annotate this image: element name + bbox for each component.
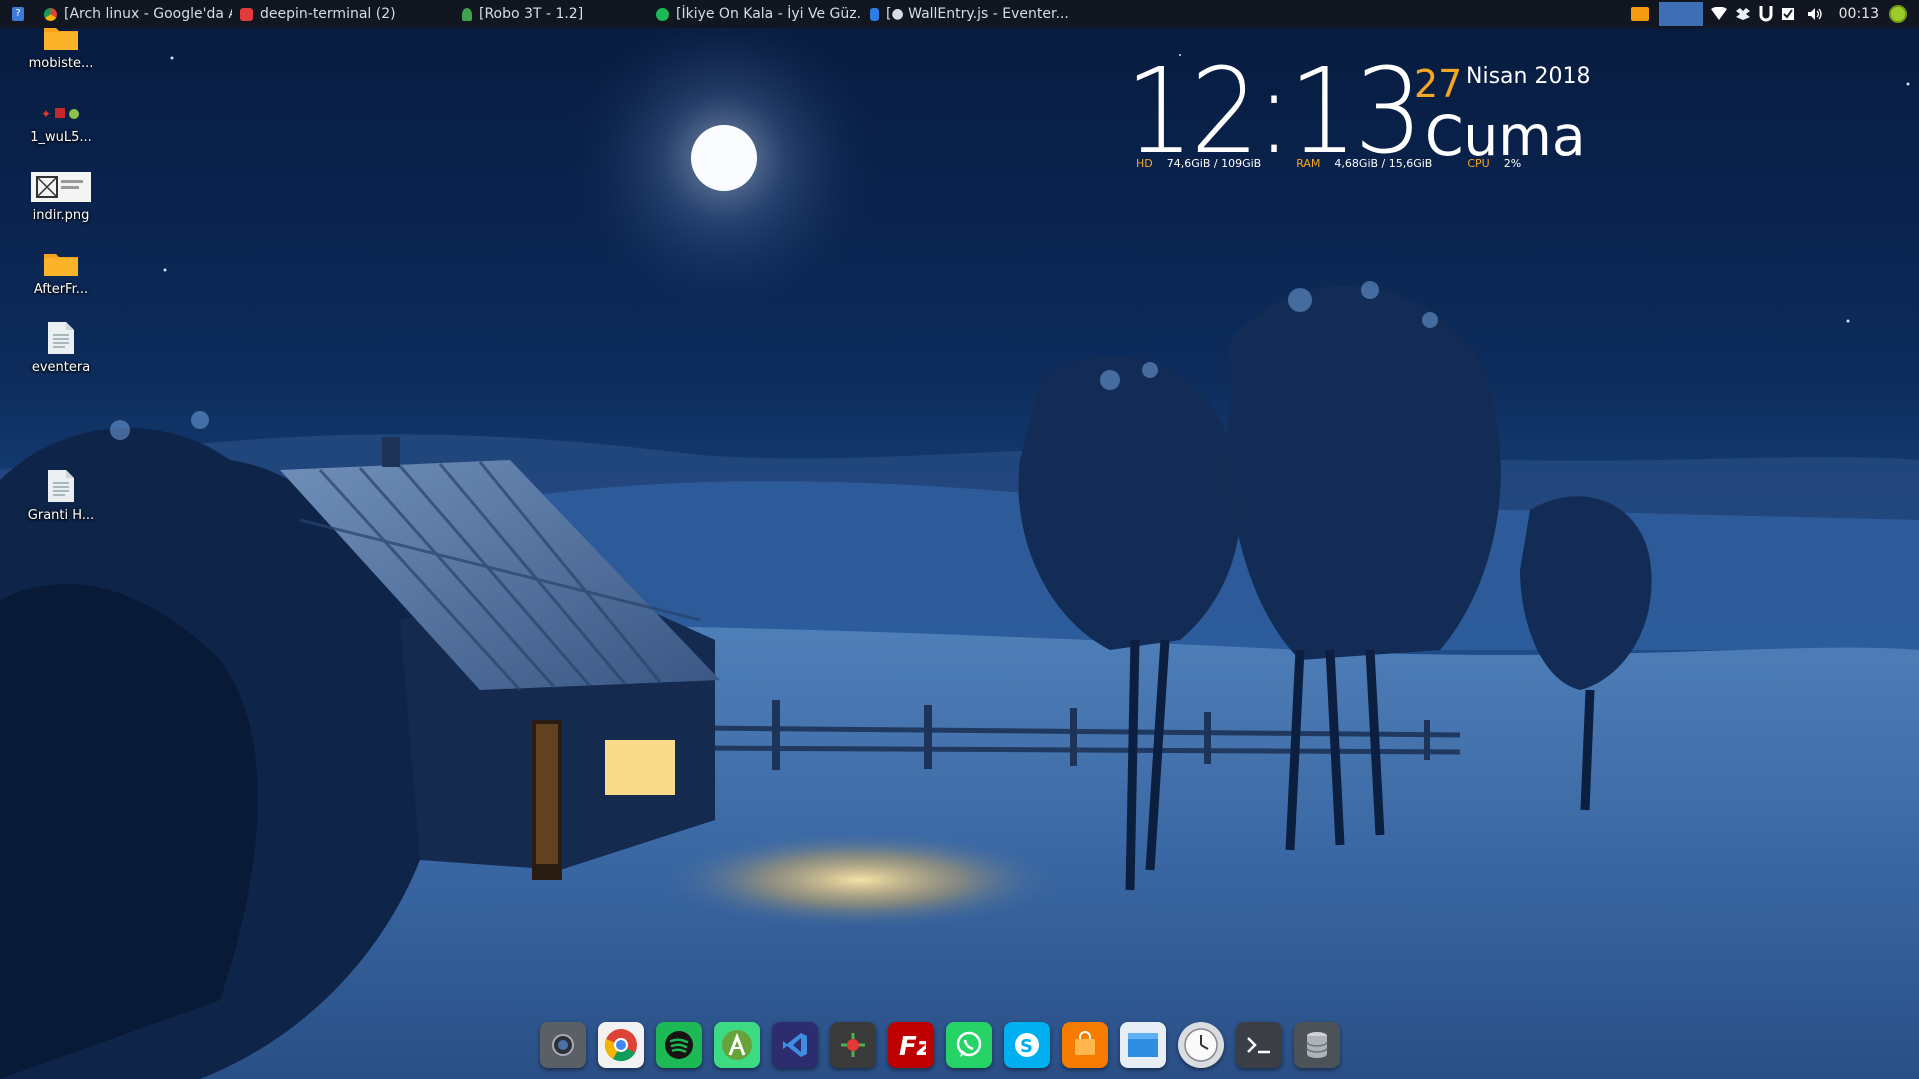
terminal-icon [240,7,253,21]
taskbar-window-spotify[interactable]: [İkiye On Kala - İyi Ve Güz... [648,0,862,28]
desktop-item-afterfr[interactable]: AfterFr... [13,250,109,297]
dock-item-android-studio[interactable] [714,1022,760,1068]
wifi-icon[interactable] [1710,0,1727,28]
top-panel: ? [Arch linux - Google'da Ar... deepin-t… [0,0,1919,28]
conky-time: 12:13 [1125,42,1423,180]
dock-item-screenshot[interactable] [540,1022,586,1068]
svg-text:✦: ✦ [41,107,51,121]
desktop-item-1-wul5[interactable]: ✦ 1_wuL5... [13,104,109,145]
desktop-item-label: Granti H... [27,508,95,523]
camera-icon [552,1034,574,1056]
desktop-wallpaper [0,0,1919,1079]
dock-item-database[interactable] [1294,1022,1340,1068]
workspace-indicator[interactable] [1658,0,1703,28]
image-file-icon: ✦ [41,107,79,121]
robo3t-icon [841,1033,865,1057]
system-tray: 00:13 [1623,0,1919,28]
conky-month-year: Nisan 2018 [1466,64,1591,89]
database-icon [1306,1032,1328,1058]
text-file-icon [48,322,74,354]
spotify-icon [665,1031,693,1059]
svg-text:S: S [1020,1036,1033,1057]
panel-menu-icon: ? [12,7,24,21]
vscode-icon [870,7,879,21]
taskbar-window-chrome[interactable]: [Arch linux - Google'da Ar... [36,0,232,28]
magnet-icon[interactable] [1759,0,1773,28]
chrome-icon [604,1029,637,1062]
desktop-item-indir-png[interactable]: indir.png [13,172,109,223]
dock-item-skype[interactable]: S [1004,1022,1050,1068]
desktop-item-label: 1_wuL5... [30,130,92,145]
desktop-item-label: mobiste... [28,56,94,71]
conky-cpu-value: 2% [1503,157,1522,170]
skype-icon: S [1015,1033,1039,1057]
panel-menu-button[interactable]: ? [0,0,36,28]
screenshot-tray-icon[interactable] [1630,0,1649,28]
taskbar-window-vscode[interactable]: [● WallEntry.js - Eventer... [862,0,1068,28]
folder-icon [44,254,78,276]
store-icon [1075,1031,1095,1055]
taskbar-window-title: deepin-terminal (2) [260,6,396,22]
dock-item-whatsapp[interactable] [946,1022,992,1068]
dock-item-app-store[interactable] [1062,1022,1108,1068]
clock-icon [1184,1028,1218,1062]
desktop-item-granti-h[interactable]: Granti H... [13,470,109,523]
android-studio-icon [722,1030,752,1060]
desktop-item-label: indir.png [32,208,90,223]
dock-item-spotify[interactable] [656,1022,702,1068]
volume-icon[interactable] [1807,0,1823,28]
update-icon[interactable] [1889,0,1907,28]
desktop-item-label: eventera [31,360,91,375]
tray-clock[interactable]: 00:13 [1839,6,1879,22]
dock-item-vscode[interactable] [772,1022,818,1068]
taskbar-window-title: [Robo 3T - 1.2] [479,6,584,22]
conky-hd-value: 74,6GiB / 109GiB [1166,157,1262,170]
terminal-icon [1247,1037,1270,1054]
chrome-icon [44,7,57,21]
taskbar-window-deepin-terminal[interactable]: deepin-terminal (2) [232,0,426,28]
taskbar-window-title: [Arch linux - Google'da Ar... [64,6,232,22]
taskbar-window-robo3t[interactable]: [Robo 3T - 1.2] [426,0,648,28]
dropbox-icon[interactable] [1735,0,1751,28]
desktop-item-label: AfterFr... [33,282,89,297]
vscode-icon [783,1033,807,1057]
conky-day: 27 [1414,62,1463,106]
dock-item-chrome[interactable] [598,1022,644,1068]
desktop-item-mobiste[interactable]: mobiste... [13,24,109,71]
conky-hd-label: HD [1136,157,1153,170]
dock-item-filezilla[interactable]: Fz [888,1022,934,1068]
filezilla-icon: Fz [899,1032,926,1060]
conky-ram-value: 4,68GiB / 15,6GiB [1334,157,1433,170]
text-file-icon [48,470,74,502]
robo3t-icon [462,7,472,21]
taskbar-window-title: [İkiye On Kala - İyi Ve Güz... [676,6,862,22]
dock-item-file-manager[interactable] [1120,1022,1166,1068]
application-dock: Fz S [540,1018,1340,1072]
dock-item-terminal[interactable] [1236,1022,1282,1068]
dock-item-robo3t[interactable] [830,1022,876,1068]
conky-ram-label: RAM [1296,157,1321,170]
taskbar-window-title: [● WallEntry.js - Eventer... [886,6,1068,22]
whatsapp-icon [956,1031,982,1057]
conky-cpu-label: CPU [1467,157,1490,170]
svg-text:Fz: Fz [899,1032,926,1060]
desktop-item-eventera[interactable]: eventera [13,322,109,375]
checkbox-icon[interactable] [1781,0,1795,28]
file-manager-icon [1128,1033,1158,1057]
spotify-icon [656,7,669,21]
conky-clock-widget: 12:13 27 Nisan 2018 Cuma HD 74,6GiB / 10… [1125,52,1595,182]
dock-item-clock[interactable] [1178,1022,1224,1068]
image-file-icon [31,172,91,202]
conky-system-stats: HD 74,6GiB / 109GiB RAM 4,68GiB / 15,6Gi… [1136,157,1521,170]
